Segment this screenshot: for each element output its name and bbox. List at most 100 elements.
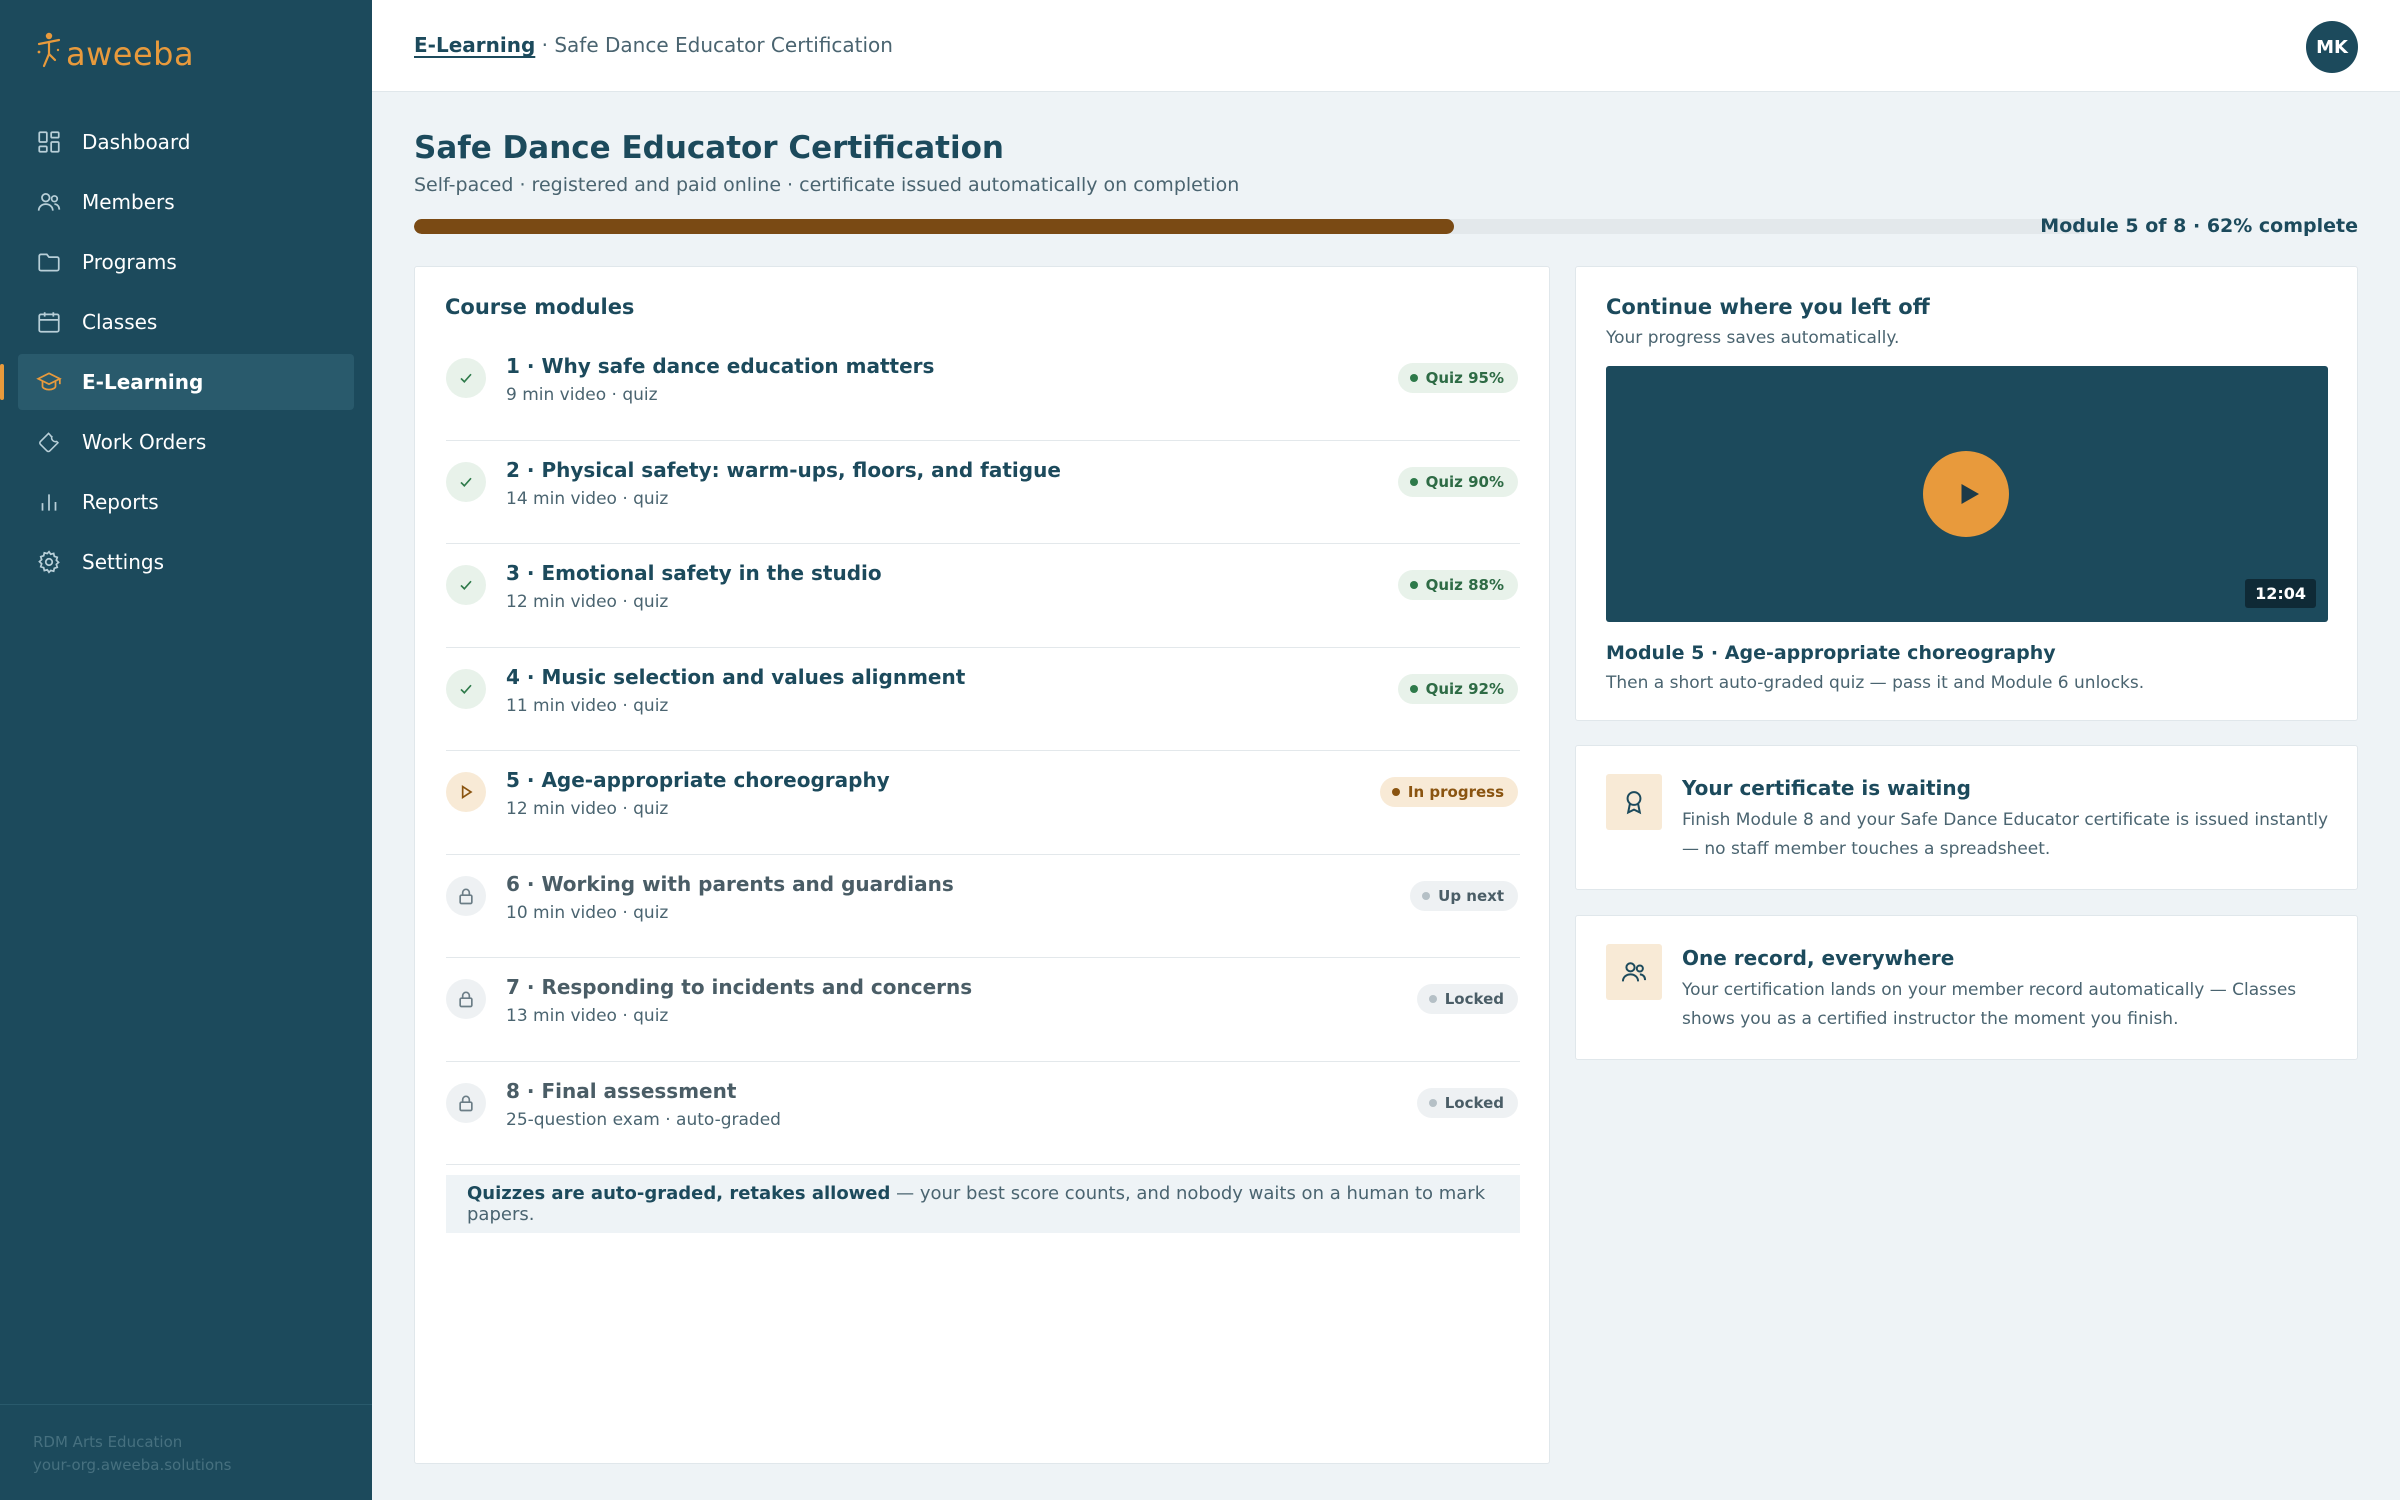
bar-chart-icon: [36, 489, 62, 515]
main-nav: Dashboard Members Programs Classes E-Lea…: [0, 114, 354, 594]
module-row-2[interactable]: 2 · Physical safety: warm-ups, floors, a…: [446, 441, 1520, 544]
grid-icon: [36, 129, 62, 155]
nav-item-dashboard[interactable]: Dashboard: [18, 114, 354, 170]
breadcrumb-root-link[interactable]: E-Learning: [414, 33, 535, 57]
brand-name: aweeba: [66, 35, 195, 73]
module-title: 3 · Emotional safety in the studio: [506, 561, 882, 585]
status-badge: Up next: [1410, 880, 1518, 911]
module-row-7[interactable]: 7 · Responding to incidents and concerns…: [446, 958, 1520, 1062]
status-badge: Quiz 90%: [1397, 466, 1518, 497]
page-subtitle: Self-paced · registered and paid online …: [414, 174, 1240, 196]
video-duration: 12:04: [2245, 579, 2316, 608]
nav-item-label: Dashboard: [82, 130, 191, 154]
module-row-4[interactable]: 4 · Music selection and values alignment…: [446, 648, 1520, 751]
calendar-icon: [36, 309, 62, 335]
nav-item-programs[interactable]: Programs: [18, 234, 354, 290]
status-badge: Quiz 92%: [1397, 673, 1518, 704]
status-badge: In progress: [1379, 777, 1518, 807]
page-title: Safe Dance Educator Certification: [414, 130, 1004, 166]
breadcrumb: E-Learning · Safe Dance Educator Certifi…: [414, 33, 893, 57]
nav-item-members[interactable]: Members: [18, 174, 354, 230]
module-row-3[interactable]: 3 · Emotional safety in the studio 12 mi…: [446, 544, 1520, 648]
play-button[interactable]: [1923, 451, 2009, 537]
wrench-icon: [36, 429, 62, 455]
badge-label: In progress: [1407, 783, 1504, 801]
nav-item-work-orders[interactable]: Work Orders: [18, 414, 354, 470]
module-list: 1 · Why safe dance education matters 9 m…: [446, 337, 1520, 1165]
course-modules-heading: Course modules: [445, 295, 635, 319]
nav-item-label: E-Learning: [82, 370, 204, 394]
dancer-logo-icon: [37, 32, 61, 68]
status-badge: Quiz 88%: [1397, 570, 1518, 600]
check-icon: [446, 668, 486, 709]
course-progress-label: Module 5 of 8 · 62% complete: [2040, 215, 2358, 237]
module-meta: 12 min video · quiz: [506, 799, 669, 819]
module-meta: 12 min video · quiz: [506, 592, 669, 612]
module-meta: 9 min video · quiz: [506, 385, 658, 405]
video-player[interactable]: 12:04: [1606, 366, 2328, 622]
continue-card: Continue where you left off Your progres…: [1575, 266, 2358, 721]
lock-icon: [446, 1082, 486, 1123]
status-badge: Locked: [1416, 984, 1518, 1014]
module-meta: 10 min video · quiz: [506, 902, 669, 923]
nav-item-classes[interactable]: Classes: [18, 294, 354, 350]
status-badge: Quiz 95%: [1397, 363, 1518, 393]
graduation-cap-icon: [36, 369, 62, 395]
check-icon: [446, 565, 486, 605]
nav-item-label: Settings: [82, 550, 165, 574]
lock-icon: [446, 875, 486, 916]
module-title: 7 · Responding to incidents and concerns: [506, 975, 973, 999]
module-meta: 13 min video · quiz: [506, 1006, 669, 1026]
org-name: RDM Arts Education: [33, 1433, 183, 1451]
course-progress-bar: [414, 219, 2092, 234]
nav-item-settings[interactable]: Settings: [18, 534, 354, 590]
user-avatar[interactable]: MK: [2306, 21, 2358, 73]
module-title: 8 · Final assessment: [506, 1078, 737, 1103]
module-title: 4 · Music selection and values alignment: [506, 664, 966, 689]
award-icon: [1606, 774, 1662, 830]
module-row-5[interactable]: 5 · Age-appropriate choreography 12 min …: [446, 751, 1520, 855]
continue-subtitle: Your progress saves automatically.: [1606, 328, 1900, 348]
play-outline-icon: [446, 772, 486, 812]
module-meta: 14 min video · quiz: [506, 488, 669, 509]
folder-icon: [36, 249, 62, 275]
org-domain: your-org.aweeba.solutions: [33, 1456, 232, 1474]
module-title: 1 · Why safe dance education matters: [506, 354, 935, 378]
current-module-title: Module 5 · Age-appropriate choreography: [1606, 642, 2056, 664]
quiz-info-note: Quizzes are auto-graded, retakes allowed…: [446, 1175, 1520, 1233]
certificate-card: Your certificate is waiting Finish Modul…: [1575, 745, 2358, 890]
module-title: 6 · Working with parents and guardians: [506, 871, 954, 896]
sidebar-footer: RDM Arts Education your-org.aweeba.solut…: [0, 1404, 372, 1500]
check-icon: [446, 358, 486, 398]
module-title: 2 · Physical safety: warm-ups, floors, a…: [506, 457, 1061, 482]
top-bar: E-Learning · Safe Dance Educator Certifi…: [372, 0, 2400, 92]
badge-label: Up next: [1438, 886, 1504, 905]
module-row-1[interactable]: 1 · Why safe dance education matters 9 m…: [446, 337, 1520, 441]
nav-item-label: Reports: [82, 490, 159, 514]
users-icon: [1606, 944, 1662, 1000]
badge-label: Locked: [1444, 990, 1504, 1008]
badge-label: Quiz 92%: [1425, 679, 1504, 698]
breadcrumb-separator: ·: [535, 33, 555, 57]
continue-heading: Continue where you left off: [1606, 295, 1930, 319]
member-record-card: One record, everywhere Your certificatio…: [1575, 915, 2358, 1060]
badge-label: Quiz 90%: [1425, 472, 1504, 491]
lock-icon: [446, 979, 486, 1019]
module-row-6[interactable]: 6 · Working with parents and guardians 1…: [446, 855, 1520, 958]
badge-label: Quiz 88%: [1425, 576, 1504, 594]
course-modules-card: Course modules 1 · Why safe dance educat…: [414, 266, 1550, 1464]
nav-item-reports[interactable]: Reports: [18, 474, 354, 530]
note-strong: Quizzes are auto-graded, retakes allowed: [467, 1183, 891, 1204]
badge-label: Locked: [1444, 1093, 1504, 1112]
breadcrumb-current: Safe Dance Educator Certification: [554, 33, 893, 57]
record-text: Your certification lands on your member …: [1682, 980, 2297, 1029]
module-row-8[interactable]: 8 · Final assessment 25-question exam · …: [446, 1062, 1520, 1165]
nav-item-label: Classes: [82, 310, 158, 334]
nav-item-label: Members: [82, 190, 175, 214]
nav-item-label: Programs: [82, 250, 177, 274]
badge-label: Quiz 95%: [1425, 369, 1504, 387]
brand-logo[interactable]: aweeba: [36, 30, 194, 70]
gear-icon: [36, 549, 62, 575]
module-meta: 25-question exam · auto-graded: [506, 1109, 781, 1130]
nav-item-e-learning[interactable]: E-Learning: [0, 354, 354, 410]
